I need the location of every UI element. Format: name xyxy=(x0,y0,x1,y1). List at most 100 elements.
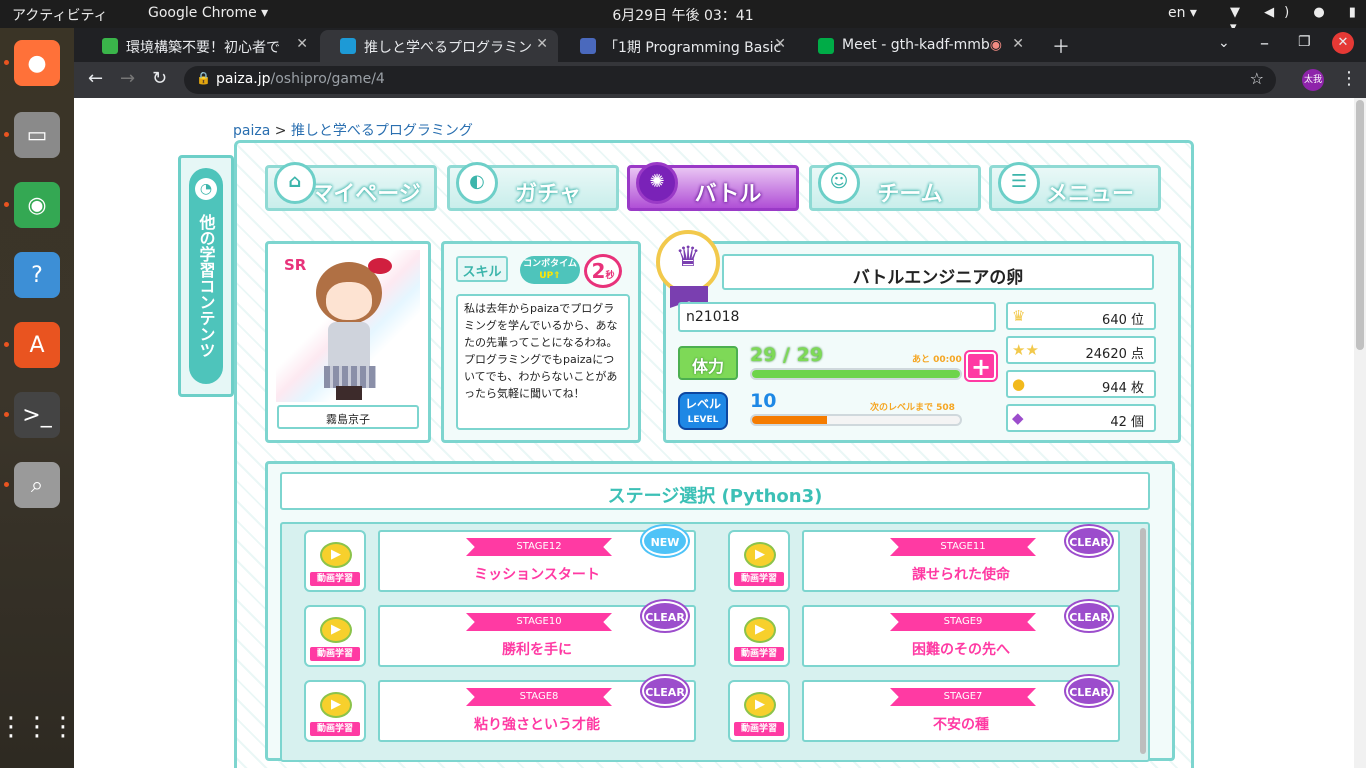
breadcrumb-current-link[interactable]: 推しと学べるプログラミング xyxy=(291,123,473,139)
nav-menu-button[interactable]: ☰ メニュー xyxy=(989,162,1161,211)
new-tab-button[interactable]: ＋ xyxy=(1052,33,1070,59)
stage-card[interactable]: STAGE11 課せられた使命 CLEAR xyxy=(802,526,1120,592)
exp-bar-fill xyxy=(752,416,827,424)
input-language[interactable]: en ▾ xyxy=(1168,5,1197,21)
video-lesson-button[interactable]: ▶ 動画学習 xyxy=(728,530,790,592)
stage-name: 困難のその先へ xyxy=(912,642,1010,658)
list-icon: ☰ xyxy=(998,162,1040,204)
tab-2[interactable]: 推しと学べるプログラミン ✕ xyxy=(320,30,558,62)
hp-bar-fill xyxy=(752,370,960,378)
tab-title: 環境構築不要！初心者で xyxy=(126,40,280,56)
page-scrollbar[interactable] xyxy=(1354,98,1366,768)
rarity-label: SR xyxy=(284,256,307,274)
tab-3[interactable]: 「1期 Programming Basic ✕ xyxy=(560,30,796,62)
nav-mypage-button[interactable]: ⌂ マイページ xyxy=(265,162,437,211)
user-id: n21018 xyxy=(678,302,996,332)
video-label: 動画学習 xyxy=(734,647,784,661)
video-lesson-button[interactable]: ▶ 動画学習 xyxy=(304,605,366,667)
seconds-unit: 秒 xyxy=(605,271,615,281)
video-label: 動画学習 xyxy=(734,722,784,736)
activities-button[interactable]: アクティビティ xyxy=(12,5,108,25)
video-lesson-button[interactable]: ▶ 動画学習 xyxy=(728,605,790,667)
close-icon[interactable]: ✕ xyxy=(536,36,548,52)
running-indicator xyxy=(4,412,9,417)
recover-hp-button[interactable]: + xyxy=(966,352,996,380)
video-label: 動画学習 xyxy=(310,647,360,661)
stage-card[interactable]: STAGE12 ミッションスタート NEW xyxy=(378,526,696,592)
tab-favicon-icon xyxy=(580,38,596,54)
menu-kebab-icon[interactable]: ⋮ xyxy=(1340,68,1358,89)
dock-help-icon[interactable]: ? xyxy=(14,252,60,298)
stage-code: STAGE9 xyxy=(890,613,1036,631)
game-frame: ⌂ マイページ ◐ ガチャ ✺ バトル ☺ チーム ☰ メニュー SR 霧島京子 スキル … xyxy=(234,140,1194,768)
stage-card[interactable]: STAGE7 不安の種 CLEAR xyxy=(802,676,1120,742)
stage-card[interactable]: STAGE8 粘り強さという才能 CLEAR xyxy=(378,676,696,742)
gems-value: 42 個 xyxy=(1110,415,1144,430)
stage-row: ▶ 動画学習 STAGE10 勝利を手に CLEAR xyxy=(292,601,696,669)
forward-button[interactable]: → xyxy=(120,68,135,89)
close-window-button[interactable]: ✕ xyxy=(1332,32,1354,54)
team-icon: ☺ xyxy=(818,162,860,204)
close-icon[interactable]: ✕ xyxy=(296,36,308,52)
maximize-button[interactable]: ❐ xyxy=(1298,34,1311,50)
battle-icon: ✺ xyxy=(636,162,678,204)
character-name: 霧島京子 xyxy=(277,405,419,429)
back-button[interactable]: ← xyxy=(88,68,103,89)
breadcrumb-root-link[interactable]: paiza xyxy=(233,123,270,139)
dock-files-icon[interactable]: ▭ xyxy=(14,112,60,158)
tab-title: 「1期 Programming Basic xyxy=(604,40,782,56)
profile-avatar[interactable]: 太我 xyxy=(1302,69,1324,91)
clock[interactable]: 6月29日 午後 03：41 xyxy=(612,8,753,24)
dock-software-icon[interactable]: A xyxy=(14,322,60,368)
stage-list-scrollbar[interactable] xyxy=(1140,528,1146,754)
tab-1[interactable]: 環境構築不要！初心者で ✕ xyxy=(82,30,318,62)
status-panel: ♛ バトルエンジニアの卵 n21018 体力 29 / 29 あと 00:00 … xyxy=(656,230,1181,443)
bookmark-star-icon[interactable]: ☆ xyxy=(1250,69,1264,88)
character-card[interactable]: SR 霧島京子 xyxy=(265,241,431,443)
tab-title: Meet - gth-kadf-mmb xyxy=(842,37,990,53)
address-bar[interactable]: 🔒 paiza.jp/oshipro/game/4 ☆ xyxy=(184,66,1276,94)
video-lesson-button[interactable]: ▶ 動画学習 xyxy=(728,680,790,742)
dock-firefox-icon[interactable]: ● xyxy=(14,40,60,86)
stage-name: 不安の種 xyxy=(933,717,989,733)
video-lesson-button[interactable]: ▶ 動画学習 xyxy=(304,530,366,592)
hp-recover-hint: あと 00:00 xyxy=(912,355,962,365)
nav-label: チーム xyxy=(877,182,943,207)
page-scrollbar-thumb[interactable] xyxy=(1356,100,1364,350)
stage-card[interactable]: STAGE10 勝利を手に CLEAR xyxy=(378,601,696,667)
other-content-side-tab[interactable]: ◔ 他の学習コンテンツ xyxy=(178,155,234,397)
play-icon: ▶ xyxy=(320,617,352,643)
close-icon[interactable]: ✕ xyxy=(1012,36,1024,52)
tab-search-icon[interactable]: ⌄ xyxy=(1218,35,1230,51)
nav-team-button[interactable]: ☺ チーム xyxy=(809,162,981,211)
gem-icon: ◆ xyxy=(1012,409,1024,427)
minimize-button[interactable]: – xyxy=(1260,33,1269,54)
stage-code: STAGE12 xyxy=(466,538,612,556)
video-lesson-button[interactable]: ▶ 動画学習 xyxy=(304,680,366,742)
coin-icon: ● xyxy=(1012,375,1026,393)
dock: ● ▭ ◉? A >_ ⌕ ⋮⋮⋮ xyxy=(0,28,76,768)
reload-button[interactable]: ↻ xyxy=(152,68,167,89)
skill-seconds: 2秒 xyxy=(584,254,622,288)
gems-stat: ◆ 42 個 xyxy=(1006,404,1156,432)
stage-card[interactable]: STAGE9 困難のその先へ CLEAR xyxy=(802,601,1120,667)
show-apps-grid-icon[interactable]: ⋮⋮⋮ xyxy=(0,704,76,750)
url-host: paiza.jp xyxy=(216,71,271,87)
recording-icon: ◉ xyxy=(989,37,1002,53)
nav-battle-button[interactable]: ✺ バトル xyxy=(627,162,799,211)
dock-search-icon[interactable]: ⌕ xyxy=(14,462,60,508)
tab-favicon-icon xyxy=(340,38,356,54)
tab-4[interactable]: Meet - gth-kadf-mmb ◉ ✕ xyxy=(798,30,1034,62)
stage-name: 課せられた使命 xyxy=(912,567,1010,583)
combo-label: コンボタイム xyxy=(523,259,577,269)
skill-description: 私は去年からpaizaでプログラミングを学んでいるから、あなたの先輩ってことにな… xyxy=(456,294,630,430)
stage-row: ▶ 動画学習 STAGE8 粘り強さという才能 CLEAR xyxy=(292,676,696,744)
dock-terminal-icon[interactable]: >_ xyxy=(14,392,60,438)
stage-select-panel: ステージ選択 (Python3) ▶ 動画学習 STAGE12 ミッションスタート NE… xyxy=(265,461,1175,762)
app-menu[interactable]: Google Chrome ▾ xyxy=(148,5,268,21)
stage-status-badge: CLEAR xyxy=(642,601,688,631)
nav-gacha-button[interactable]: ◐ ガチャ xyxy=(447,162,619,211)
close-icon[interactable]: ✕ xyxy=(774,36,786,52)
play-icon: ▶ xyxy=(744,692,776,718)
dock-chrome-icon[interactable]: ◉ xyxy=(14,182,60,228)
